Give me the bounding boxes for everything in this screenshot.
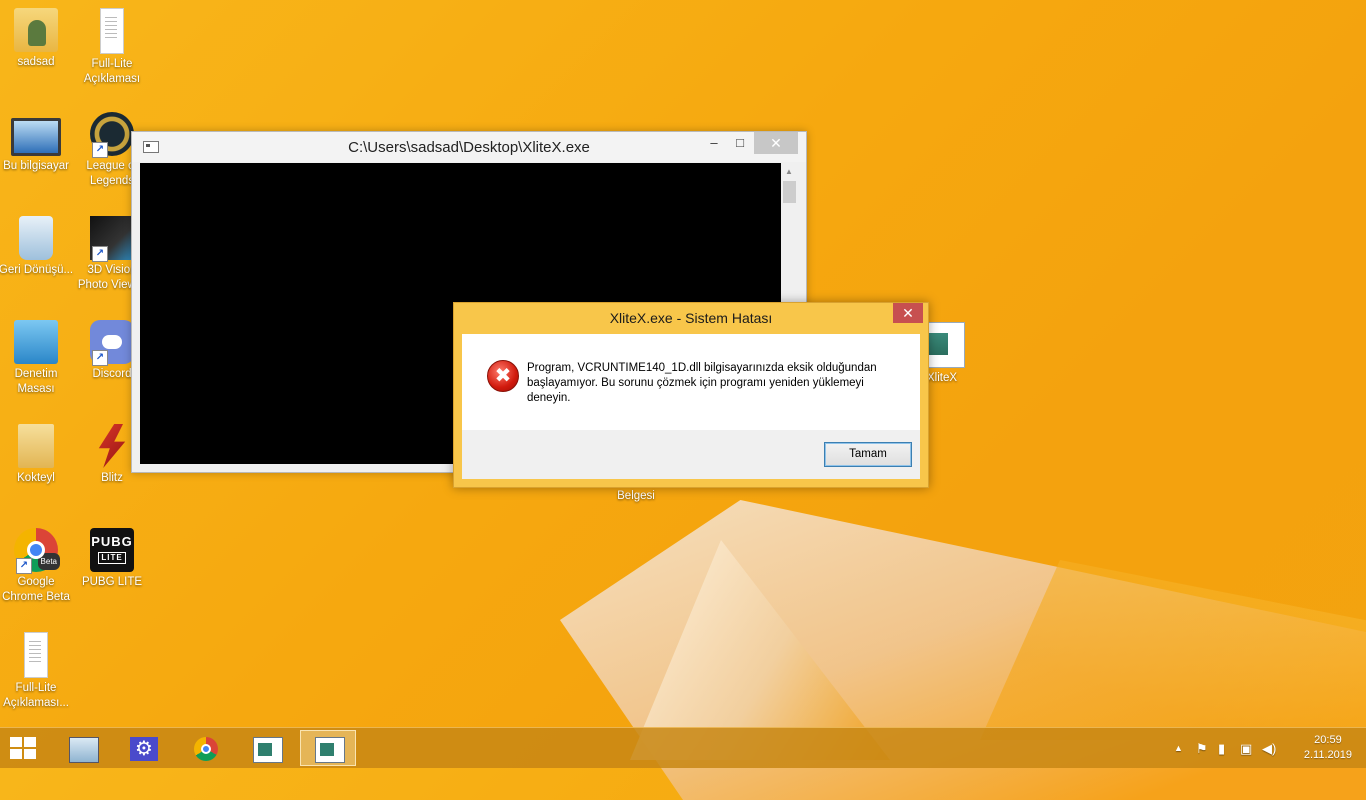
scrollbar-thumb[interactable] (783, 181, 796, 203)
taskbar-item-xlitex[interactable] (238, 730, 294, 766)
desktop-icon-kokteyl[interactable]: Kokteyl (0, 424, 74, 486)
volume-icon[interactable]: ◀) (1262, 741, 1276, 757)
discord-icon: ↗ (90, 320, 134, 366)
error-message: Program, VCRUNTIME140_1D.dll bilgisayarı… (527, 362, 877, 404)
show-hidden-icons-icon[interactable]: ▲ (1174, 743, 1183, 753)
windows-logo-icon (24, 737, 36, 747)
desktop-icon-pubg[interactable]: PUBG LITE PUBG LITE (74, 528, 150, 590)
desktop-icon-label: Geri Dönüşü... (0, 264, 74, 276)
xlitex-window-icon (315, 737, 345, 763)
shortcut-arrow-icon: ↗ (92, 350, 108, 366)
desktop-icon-belgesi[interactable]: Belgesi (598, 489, 674, 504)
maximize-button[interactable]: □ (726, 132, 754, 154)
xlitex-window-icon (253, 737, 283, 763)
user-folder-icon (14, 8, 58, 52)
taskbar-item-chrome-beta[interactable] (177, 730, 233, 766)
desktop-icon-label: Belgesi (617, 490, 655, 502)
control-panel-icon (14, 320, 58, 364)
clock[interactable]: 20:59 2.11.2019 (1304, 733, 1352, 763)
blitz-icon (98, 424, 126, 468)
action-center-flag-icon[interactable]: ⚑ (1196, 741, 1208, 757)
desktop-icon-label: Denetim Masası (14, 368, 58, 395)
desktop-icon-label: League of Legends (86, 160, 138, 187)
shortcut-arrow-icon: ↗ (92, 246, 108, 262)
console-titlebar[interactable]: C:\Users\sadsad\Desktop\XliteX.exe – □ ✕ (132, 132, 806, 162)
desktop-icon-full-lite-2[interactable]: Full-Lite Açıklaması... (0, 632, 74, 711)
dialog-close-button[interactable]: ✕ (893, 303, 923, 323)
clock-time: 20:59 (1314, 734, 1342, 746)
chrome-beta-icon: Beta ↗ (14, 528, 60, 574)
power-icon[interactable]: ▮ (1218, 741, 1225, 757)
minimize-button[interactable]: – (700, 132, 728, 154)
desktop-icon-label: sadsad (17, 56, 55, 68)
windows-logo-icon (24, 749, 36, 759)
beta-badge: Beta (37, 553, 60, 570)
shortcut-arrow-icon: ↗ (16, 558, 32, 574)
folder-icon (18, 424, 54, 468)
desktop-icon-label: Blitz (101, 472, 123, 484)
start-button[interactable] (10, 737, 38, 761)
network-icon[interactable]: ▣ (1240, 741, 1252, 757)
text-document-icon (100, 8, 124, 54)
desktop-icon-sadsad[interactable]: sadsad (0, 8, 74, 70)
error-icon: ✖ (487, 360, 519, 392)
desktop-icon-label: Google Chrome Beta (2, 576, 70, 603)
taskbar-item-settings[interactable] (115, 730, 171, 766)
text-document-icon (24, 632, 48, 678)
shortcut-arrow-icon: ↗ (92, 142, 108, 158)
taskbar-item-xlitex-active[interactable] (300, 730, 356, 766)
chrome-beta-icon (194, 737, 218, 761)
message-area: ✖ Program, VCRUNTIME140_1D.dll bilgisaya… (462, 334, 920, 430)
clock-date: 2.11.2019 (1303, 749, 1352, 761)
taskbar: ▲ ⚑ ▮ ▣ ◀) 20:59 2.11.2019 (0, 727, 1366, 768)
resource-monitor-icon (69, 737, 99, 763)
desktop-icon-label: PUBG LITE (81, 576, 143, 588)
error-dialog[interactable]: XliteX.exe - Sistem Hatası ✕ ✖ Program, … (453, 302, 929, 488)
scroll-up-icon[interactable]: ▲ (785, 167, 793, 176)
desktop-icon-bu-bilgisayar[interactable]: Bu bilgisayar (0, 112, 74, 174)
desktop-icon-label: Full-Lite Açıklaması... (3, 682, 69, 709)
desktop-icon-label: Bu bilgisayar (3, 160, 69, 172)
windows-logo-icon (10, 749, 22, 759)
desktop-icon-control-panel[interactable]: Denetim Masası (0, 320, 74, 397)
taskbar-item-resource-monitor[interactable] (54, 730, 110, 766)
desktop-icon-recycle-bin[interactable]: Geri Dönüşü... (0, 216, 74, 278)
3d-vision-icon: ↗ (90, 216, 134, 262)
league-of-legends-icon: ↗ (90, 112, 134, 158)
ok-button[interactable]: Tamam (824, 442, 912, 467)
dialog-title: XliteX.exe - Sistem Hatası (609, 310, 773, 326)
desktop-icon-full-lite[interactable]: Full-Lite Açıklaması (74, 8, 150, 87)
close-button[interactable]: ✕ (754, 132, 798, 154)
button-area: Tamam (462, 430, 920, 479)
desktop-icon-label: Kokteyl (17, 472, 55, 484)
desktop-icon-chrome-beta[interactable]: Beta ↗ Google Chrome Beta (0, 528, 74, 605)
dialog-titlebar[interactable]: XliteX.exe - Sistem Hatası ✕ (454, 303, 928, 333)
desktop-icon-label: Full-Lite Açıklaması (83, 58, 141, 85)
desktop-icon-label: Discord (92, 368, 132, 380)
system-tray: ▲ ⚑ ▮ ▣ ◀) 20:59 2.11.2019 (1166, 728, 1366, 768)
computer-icon (11, 118, 61, 156)
windows-logo-icon (10, 737, 22, 747)
dialog-body: ✖ Program, VCRUNTIME140_1D.dll bilgisaya… (462, 334, 920, 479)
recycle-bin-icon (19, 216, 53, 260)
settings-icon (130, 737, 158, 761)
pubg-lite-icon: PUBG LITE (90, 528, 134, 572)
desktop-icon-label: XliteX (926, 372, 958, 384)
